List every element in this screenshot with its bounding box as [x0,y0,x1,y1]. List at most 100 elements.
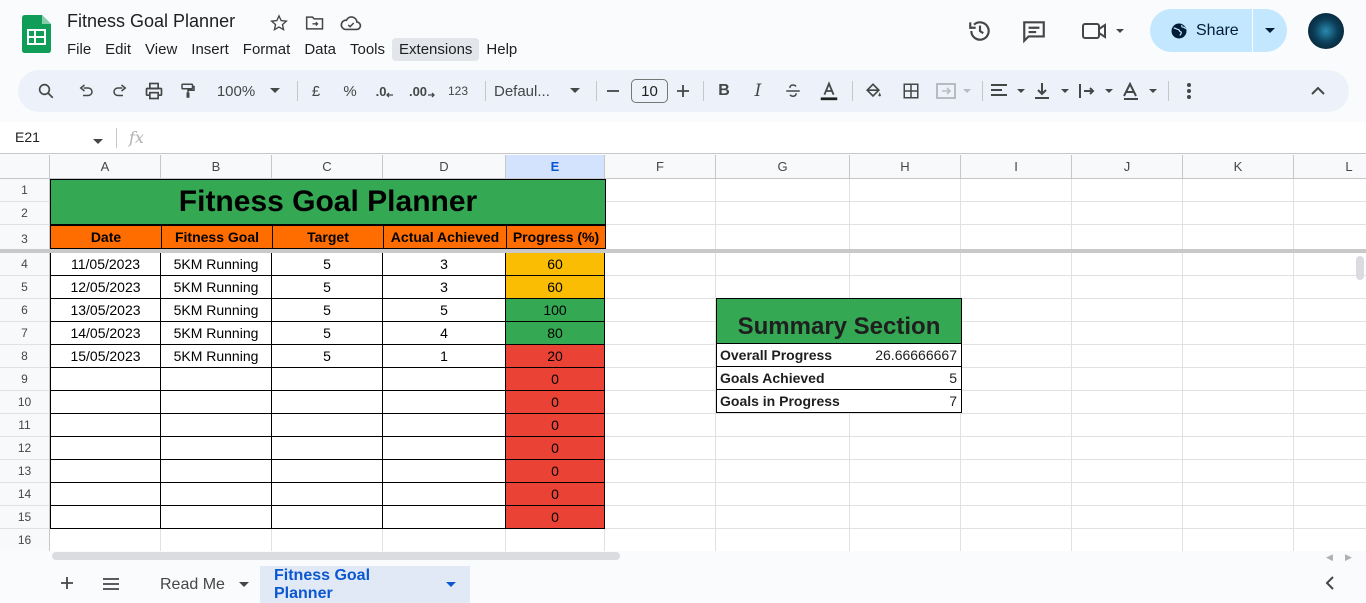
table-cell[interactable]: 14/05/2023 [50,322,161,345]
grid-cell[interactable] [1183,179,1294,202]
menu-tools[interactable]: Tools [343,38,392,61]
grid-cell[interactable] [1294,179,1366,202]
progress-cell[interactable]: 0 [506,391,605,414]
table-cell[interactable] [272,391,383,414]
grid-cell[interactable] [1183,368,1294,391]
share-button[interactable]: Share [1150,9,1287,52]
grid-cell[interactable] [850,202,961,225]
grid-cell[interactable] [1072,322,1183,345]
progress-cell[interactable]: 20 [506,345,605,368]
table-cell[interactable] [272,437,383,460]
table-cell[interactable] [161,506,272,529]
print-icon[interactable] [140,70,168,112]
row-header-8[interactable]: 8 [0,345,50,368]
grid-cell[interactable] [1072,368,1183,391]
grid-cell[interactable] [1183,529,1294,551]
grid-cell[interactable] [850,460,961,483]
grid-cell[interactable] [50,529,161,551]
grid-cell[interactable] [716,179,850,202]
grid-cell[interactable] [1072,202,1183,225]
table-cell[interactable] [383,483,506,506]
grid-cell[interactable] [605,322,716,345]
table-cell[interactable]: 4 [383,322,506,345]
tab-fitness-goal-planner[interactable]: Fitness Goal Planner [260,566,470,603]
row-header-4[interactable]: 4 [0,253,50,276]
progress-cell[interactable]: 0 [506,437,605,460]
grid-cell[interactable] [1183,414,1294,437]
grid-cell[interactable] [961,529,1072,551]
table-cell[interactable]: 11/05/2023 [50,253,161,276]
grid-cell[interactable] [1294,391,1366,414]
text-wrapping-icon[interactable] [1076,70,1116,112]
grid-cell[interactable] [716,483,850,506]
borders-icon[interactable] [898,70,924,112]
collapse-sidebar-chevron-icon[interactable] [1325,576,1335,595]
row-header-6[interactable]: 6 [0,299,50,322]
grid-cell[interactable] [1072,299,1183,322]
table-cell[interactable]: 3 [383,276,506,299]
table-cell[interactable] [50,391,161,414]
table-cell[interactable]: 13/05/2023 [50,299,161,322]
grid-cell[interactable] [1294,368,1366,391]
grid-cell[interactable] [1072,276,1183,299]
table-cell[interactable] [383,460,506,483]
grid-cell[interactable] [1072,483,1183,506]
menu-edit[interactable]: Edit [98,38,138,61]
grid-cell[interactable] [1294,299,1366,322]
row-header-10[interactable]: 10 [0,391,50,414]
progress-cell[interactable]: 80 [506,322,605,345]
grid-cell[interactable] [605,437,716,460]
grid-cell[interactable] [1183,460,1294,483]
progress-cell[interactable]: 0 [506,506,605,529]
grid-cell[interactable] [961,322,1072,345]
grid-cell[interactable] [1072,437,1183,460]
row-header-15[interactable]: 15 [0,506,50,529]
star-icon[interactable] [268,12,290,34]
move-folder-icon[interactable] [304,12,326,34]
grid-cell[interactable] [1183,483,1294,506]
font-dropdown-icon[interactable] [568,70,582,112]
table-cell[interactable]: 5 [272,299,383,322]
table-cell[interactable]: 15/05/2023 [50,345,161,368]
grid-cell[interactable] [1183,437,1294,460]
row-header-7[interactable]: 7 [0,322,50,345]
grid-cell[interactable] [1183,506,1294,529]
font-size-input[interactable]: 10 [631,79,668,103]
grid-cell[interactable] [1072,460,1183,483]
comments-icon[interactable] [1021,18,1047,44]
table-cell[interactable] [383,414,506,437]
text-color-icon[interactable] [816,70,842,112]
row-header-11[interactable]: 11 [0,414,50,437]
tab-dropdown-icon[interactable] [238,581,249,588]
table-cell[interactable] [383,437,506,460]
version-history-icon[interactable] [967,18,993,44]
menu-format[interactable]: Format [236,38,298,61]
table-cell[interactable] [161,368,272,391]
table-cell[interactable] [383,391,506,414]
table-header-cell[interactable]: Target [272,225,384,249]
text-rotation-icon[interactable] [1120,70,1160,112]
grid-cell[interactable] [850,437,961,460]
grid-cell[interactable] [1294,322,1366,345]
grid-cell[interactable] [850,506,961,529]
table-cell[interactable]: 5KM Running [161,276,272,299]
summary-value[interactable]: 26.66666667 [850,344,962,367]
menu-file[interactable]: File [60,38,98,61]
grid-cell[interactable] [605,179,716,202]
grid-cell[interactable] [961,506,1072,529]
row-header-1[interactable]: 1 [0,179,50,202]
scroll-right-arrow-icon[interactable]: ▶ [1345,552,1352,563]
more-options-icon[interactable] [1178,70,1200,112]
grid-cell[interactable] [1072,506,1183,529]
sheet-title-cell[interactable]: Fitness Goal Planner [50,179,606,225]
column-header-c[interactable]: C [272,155,383,179]
menu-extensions[interactable]: Extensions [392,38,480,61]
summary-label[interactable]: Goals in Progress [716,390,851,413]
grid-cell[interactable] [961,276,1072,299]
grid-cell[interactable] [1294,483,1366,506]
table-cell[interactable]: 5KM Running [161,299,272,322]
grid-cell[interactable] [605,368,716,391]
grid-cell[interactable] [605,414,716,437]
table-header-cell[interactable]: Date [50,225,162,249]
redo-icon[interactable] [106,70,134,112]
